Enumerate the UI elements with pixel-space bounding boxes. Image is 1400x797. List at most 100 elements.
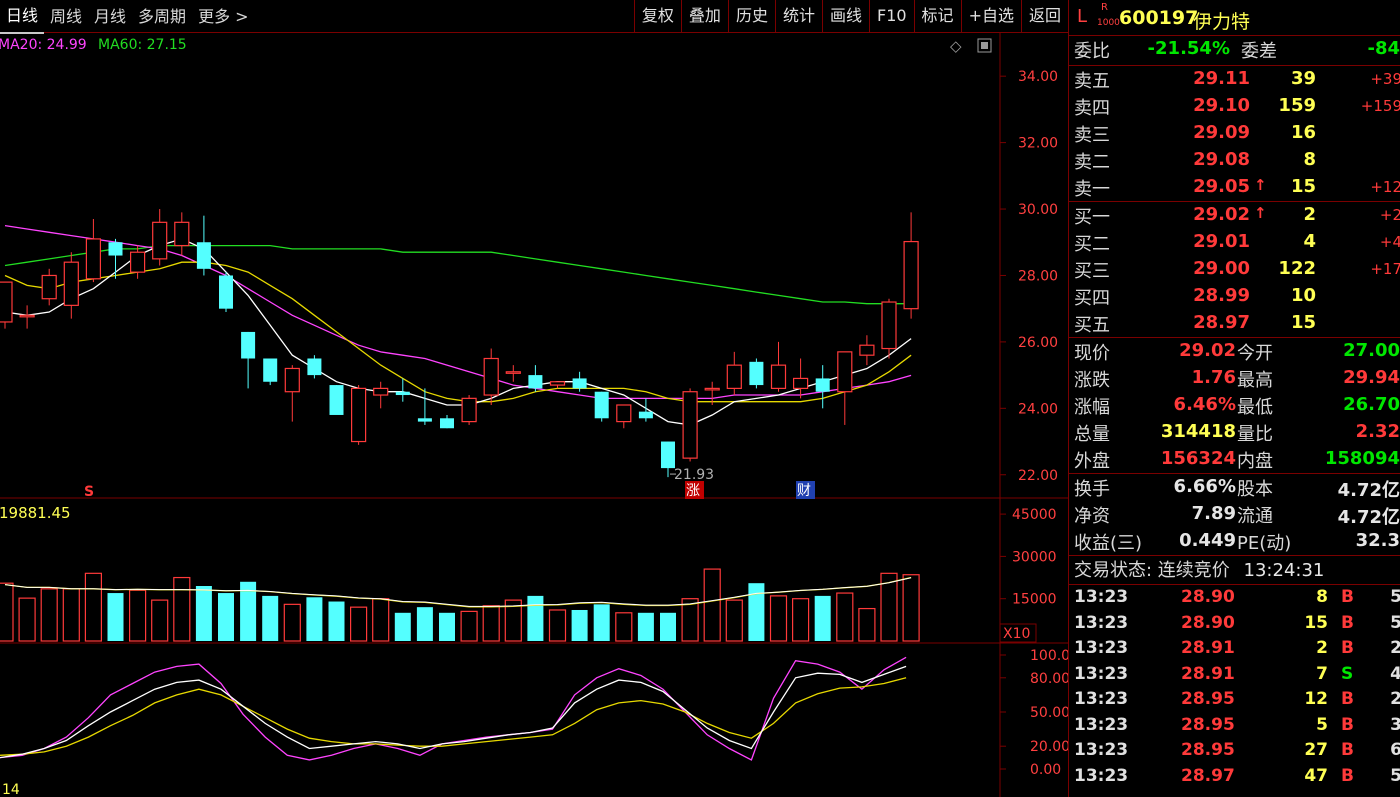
trade-status-label: 交易状态: 连续竞价 (1074, 560, 1230, 581)
order-volume: 2 (1303, 204, 1316, 225)
tick-price: 28.90 (1181, 587, 1235, 607)
tab-monthly[interactable]: 月线 (88, 0, 132, 33)
stock-name[interactable]: 伊力特 (1193, 7, 1250, 34)
price-tick-label: 22.00 (1018, 468, 1058, 484)
stock-header: L R 1000 600197 伊力特 (1069, 0, 1400, 36)
tab-multi-period[interactable]: 多周期 (132, 0, 192, 33)
candle-body-down (395, 391, 410, 396)
stat-value-2: 29.94 (1343, 367, 1400, 388)
add-watchlist-button[interactable]: +自选 (960, 0, 1021, 33)
tick-price: 28.95 (1181, 714, 1235, 735)
order-change: +4 (1379, 233, 1400, 251)
adjust-button[interactable]: 复权 (633, 0, 681, 33)
weibi-label: 委比 (1074, 41, 1110, 62)
tick-time: 13:23 (1074, 612, 1129, 633)
tick-list[interactable]: 13:2328.908B513:2328.9015B513:2328.912B2… (1069, 585, 1400, 789)
order-level-label: 卖一 (1074, 179, 1110, 200)
ma-legend: MA20: 24.99 MA60: 27.15 (0, 37, 187, 53)
volume-bar-down (748, 583, 765, 641)
candle-body-up (616, 404, 632, 423)
s-marker[interactable]: S (84, 484, 94, 500)
candle-body-up (704, 387, 720, 391)
candle-body-down (219, 275, 233, 309)
order-price: 29.01 (1193, 231, 1250, 252)
ask-row[interactable]: 卖一 29.05 ↑ 15 +12 (1069, 174, 1400, 201)
volume-bar-down (814, 595, 831, 641)
candle-body-down (638, 411, 653, 419)
stat-value-2: 26.70 (1343, 394, 1400, 415)
bid-row[interactable]: 买一 29.02 ↑ 2 +2 (1069, 202, 1400, 229)
back-button[interactable]: 返回 (1020, 0, 1068, 33)
order-price: 29.10 (1193, 95, 1250, 116)
bid-row[interactable]: 买四 28.99 10 (1069, 283, 1400, 310)
r-sub-badge: 1000 (1097, 18, 1120, 28)
order-price: 29.09 (1193, 122, 1250, 143)
zhang-marker[interactable]: 涨 (686, 483, 700, 499)
order-level-label: 卖四 (1074, 98, 1110, 119)
stat-label: 涨幅 (1074, 397, 1110, 418)
tick-side: B (1341, 638, 1354, 658)
chart-settings-icons: ◇ (950, 37, 992, 55)
tick-count: 2 (1390, 689, 1400, 709)
volume-bar-up (615, 612, 633, 642)
candle-body-up (63, 261, 79, 306)
order-volume: 39 (1290, 68, 1316, 89)
order-price: 29.00 (1193, 258, 1250, 279)
kline-chart[interactable]: MA20: 24.99 MA60: 27.15 ◇ 34.00 32.00 30.0… (0, 33, 1068, 797)
cai-marker[interactable]: 财 (797, 483, 811, 499)
statistics-button[interactable]: 统计 (774, 0, 822, 33)
draw-line-button[interactable]: 画线 (821, 0, 869, 33)
tab-daily[interactable]: 日线 (0, 0, 45, 34)
volume-bar-up (129, 589, 147, 642)
candle-body-down (417, 418, 432, 422)
mark-button[interactable]: 标记 (913, 0, 961, 33)
low-annotation: 21.93 (674, 467, 714, 483)
candle-body-up (505, 371, 521, 374)
overlay-button[interactable]: 叠加 (680, 0, 728, 33)
tick-volume: 2 (1316, 638, 1328, 658)
chart-toolbar: 日线 周线 月线 多周期 更多 > 复权 叠加 历史 统计 画线 F10 标记 … (0, 0, 1068, 34)
diamond-icon[interactable]: ◇ (950, 37, 962, 55)
stat-label-2: 内盘 (1237, 451, 1273, 472)
history-button[interactable]: 历史 (727, 0, 775, 33)
order-level-label: 买三 (1074, 261, 1110, 282)
order-volume: 16 (1290, 122, 1316, 143)
quote-stats: 现价 29.02 今开 27.00 涨跌 1.76 最高 29.94 涨幅 6.46% 最低 26.7… (1069, 338, 1400, 474)
bid-row[interactable]: 买三 29.00 122 +17 (1069, 256, 1400, 283)
candle-body-up (284, 367, 300, 393)
candle-body-up (85, 238, 102, 280)
volume-bar-down (571, 609, 588, 641)
order-change: +2 (1379, 206, 1400, 224)
tick-count: 5 (1390, 766, 1400, 786)
tick-side: B (1341, 612, 1354, 633)
tab-weekly[interactable]: 周线 (44, 0, 88, 33)
tick-price: 28.97 (1181, 765, 1235, 786)
order-price: 28.99 (1193, 285, 1250, 306)
stat-row: 收益(三) 0.449 PE(动) 32.3 (1069, 528, 1400, 555)
kdj-tick-label: 20.00 (1030, 739, 1068, 755)
tick-row: 13:23 28.90 8B 5 (1069, 585, 1400, 611)
window-icon-inner (981, 42, 988, 49)
f10-button[interactable]: F10 (868, 0, 914, 33)
bid-row[interactable]: 买二 29.01 4 +4 (1069, 229, 1400, 256)
candle-body-up (903, 240, 919, 310)
ask-row[interactable]: 卖四 29.10 159 +159 (1069, 93, 1400, 120)
tick-row: 13:23 28.95 27 B 6 (1069, 738, 1400, 764)
stat-value: 0.449 (1179, 530, 1236, 551)
ask-row[interactable]: 卖五 29.11 39 +39 (1069, 66, 1400, 93)
volume-axis: 45000 30000 15000 (1000, 507, 1057, 608)
candle-body-down (661, 441, 675, 469)
stat-row: 总量 314418 量比 2.32 (1069, 419, 1400, 446)
bid-row[interactable]: 买五 28.97 15 (1069, 310, 1400, 337)
ask-book: 卖五 29.11 39 +39 卖四 29.10 159 +159 卖三 29.09 16 卖二 29.… (1069, 66, 1400, 202)
volume-bar-up (858, 607, 876, 642)
stat-value: 156324 (1160, 448, 1236, 469)
tick-side: B (1341, 740, 1354, 760)
ask-row[interactable]: 卖三 29.09 16 (1069, 120, 1400, 147)
ask-row[interactable]: 卖二 29.08 8 (1069, 147, 1400, 174)
order-level-label: 买四 (1074, 288, 1110, 309)
stat-value: 314418 (1160, 421, 1236, 442)
stat-value: 6.66% (1173, 476, 1236, 497)
candle-body-up (174, 221, 190, 247)
tab-more[interactable]: 更多 > (192, 0, 255, 33)
